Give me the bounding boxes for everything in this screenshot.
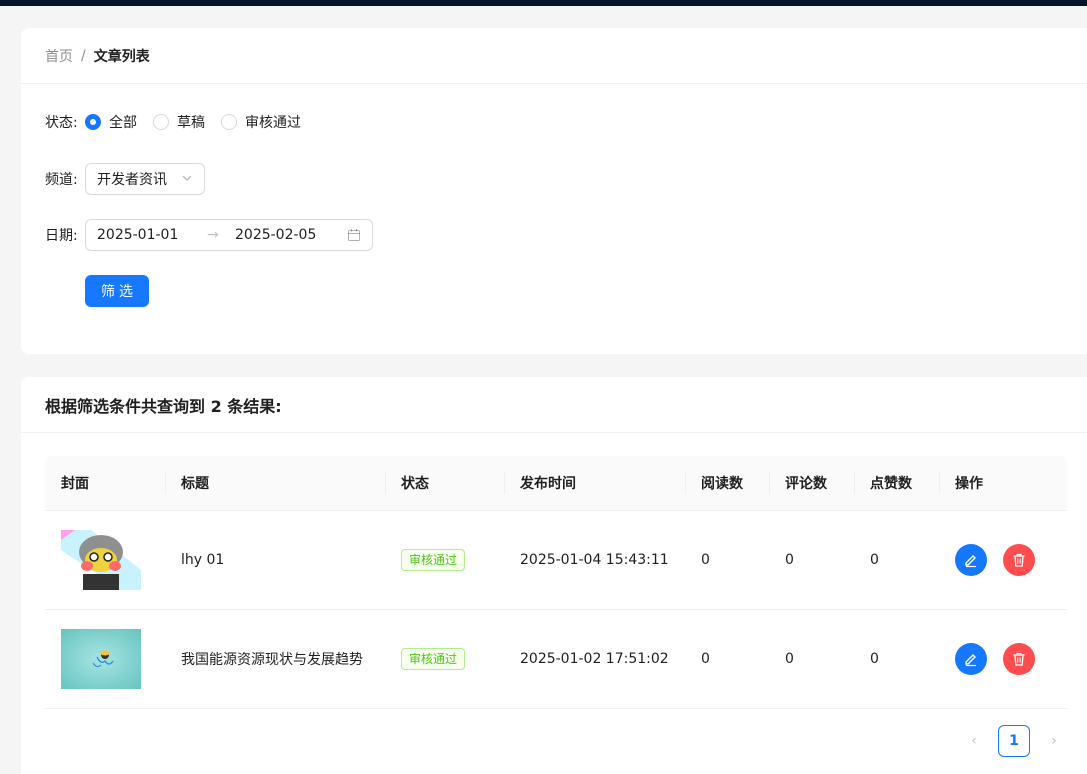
col-actions: 操作: [939, 456, 1067, 511]
edit-button[interactable]: [955, 643, 987, 675]
read-count-cell: 0: [701, 552, 710, 568]
edit-button[interactable]: [955, 544, 987, 576]
date-label: 日期:: [45, 228, 78, 244]
status-label: 状态:: [45, 115, 78, 131]
col-pubdate: 发布时间: [504, 456, 685, 511]
date-row: 日期: 2025-01-01 → 2025-02-05: [45, 219, 373, 251]
actions-cell: [939, 544, 1067, 576]
teal-illustration-image: [61, 629, 141, 689]
table-row: lhy 01 审核通过 2025-01-04 15:43:11 0 0 0: [45, 511, 1067, 610]
col-status: 状态: [385, 456, 504, 511]
radio-draft[interactable]: 草稿: [153, 112, 205, 132]
chevron-down-icon: [181, 172, 193, 187]
col-like: 点赞数: [854, 456, 939, 511]
next-page-icon[interactable]: ›: [1038, 725, 1070, 757]
radio-approved[interactable]: 审核通过: [221, 112, 301, 132]
status-badge: 审核通过: [401, 549, 466, 571]
col-cover: 封面: [61, 476, 89, 492]
actions-cell: [939, 643, 1067, 675]
pubdate-cell: 2025-01-02 17:51:02: [520, 651, 669, 667]
comment-count-cell: 0: [785, 552, 794, 568]
top-nav-bar: [0, 0, 1087, 6]
col-read: 阅读数: [685, 456, 769, 511]
title-cell: lhy 01: [181, 552, 225, 568]
status-row: 状态: 全部 草稿 审核通过: [45, 112, 317, 132]
breadcrumb-current: 文章列表: [93, 48, 150, 65]
like-count-cell: 0: [870, 651, 879, 667]
radio-all[interactable]: 全部: [85, 112, 137, 132]
status-cell: 审核通过: [385, 648, 504, 670]
col-title: 标题: [165, 456, 385, 511]
results-header: 根据筛选条件共查询到 2 条结果:: [21, 377, 1087, 433]
trash-icon: [1013, 553, 1025, 567]
channel-select[interactable]: 开发者资讯: [85, 163, 205, 195]
calendar-icon: [347, 228, 361, 242]
status-cell: 审核通过: [385, 549, 504, 571]
read-count-cell: 0: [701, 651, 710, 667]
date-end-input[interactable]: 2025-02-05: [235, 227, 345, 243]
results-card: 根据筛选条件共查询到 2 条结果: 封面 标题 状态 发布时间 阅读数 评论数 …: [21, 377, 1087, 774]
breadcrumb-separator: /: [81, 47, 86, 64]
cartoon-avatar-image: [61, 530, 141, 590]
title-cell: 我国能源资源现状与发展趋势: [181, 652, 363, 668]
articles-table: 封面 标题 状态 发布时间 阅读数 评论数 点赞数 操作 lhy 01 审核通过…: [45, 456, 1067, 709]
radio-all-dot[interactable]: [85, 114, 101, 130]
delete-button[interactable]: [1003, 544, 1035, 576]
table-header: 封面 标题 状态 发布时间 阅读数 评论数 点赞数 操作: [45, 456, 1067, 511]
cover-cell: [45, 530, 165, 590]
date-range-picker[interactable]: 2025-01-01 → 2025-02-05: [85, 219, 373, 251]
filter-submit-button[interactable]: 筛选: [85, 275, 149, 307]
range-arrow-icon: →: [207, 227, 219, 243]
like-count-cell: 0: [870, 552, 879, 568]
edit-icon: [965, 654, 976, 667]
channel-row: 频道: 开发者资讯: [45, 163, 205, 195]
radio-all-label: 全部: [109, 115, 137, 131]
status-badge: 审核通过: [401, 648, 466, 670]
pagination: ‹ 1 ›: [958, 725, 1070, 757]
pubdate-cell: 2025-01-04 15:43:11: [520, 552, 669, 568]
breadcrumb: 首页 / 文章列表: [21, 28, 1087, 84]
channel-select-value: 开发者资讯: [97, 172, 167, 188]
trash-icon: [1013, 652, 1025, 666]
radio-draft-dot[interactable]: [153, 114, 169, 130]
radio-approved-dot[interactable]: [221, 114, 237, 130]
edit-icon: [965, 555, 976, 568]
breadcrumb-home[interactable]: 首页: [45, 46, 73, 66]
results-title: 根据筛选条件共查询到 2 条结果:: [45, 396, 282, 416]
page-number-current[interactable]: 1: [998, 725, 1030, 757]
filter-card: 首页 / 文章列表 状态: 全部 草稿 审核通过 频道: 开发者资讯 日期: 2: [21, 28, 1087, 354]
date-start-input[interactable]: 2025-01-01: [97, 227, 207, 243]
table-row: 我国能源资源现状与发展趋势 审核通过 2025-01-02 17:51:02 0…: [45, 610, 1067, 709]
radio-draft-label: 草稿: [177, 115, 205, 131]
cover-cell: [45, 629, 165, 689]
col-comment: 评论数: [769, 456, 854, 511]
channel-label: 频道:: [45, 172, 78, 188]
delete-button[interactable]: [1003, 643, 1035, 675]
prev-page-icon[interactable]: ‹: [958, 725, 990, 757]
radio-approved-label: 审核通过: [245, 115, 301, 131]
comment-count-cell: 0: [785, 651, 794, 667]
